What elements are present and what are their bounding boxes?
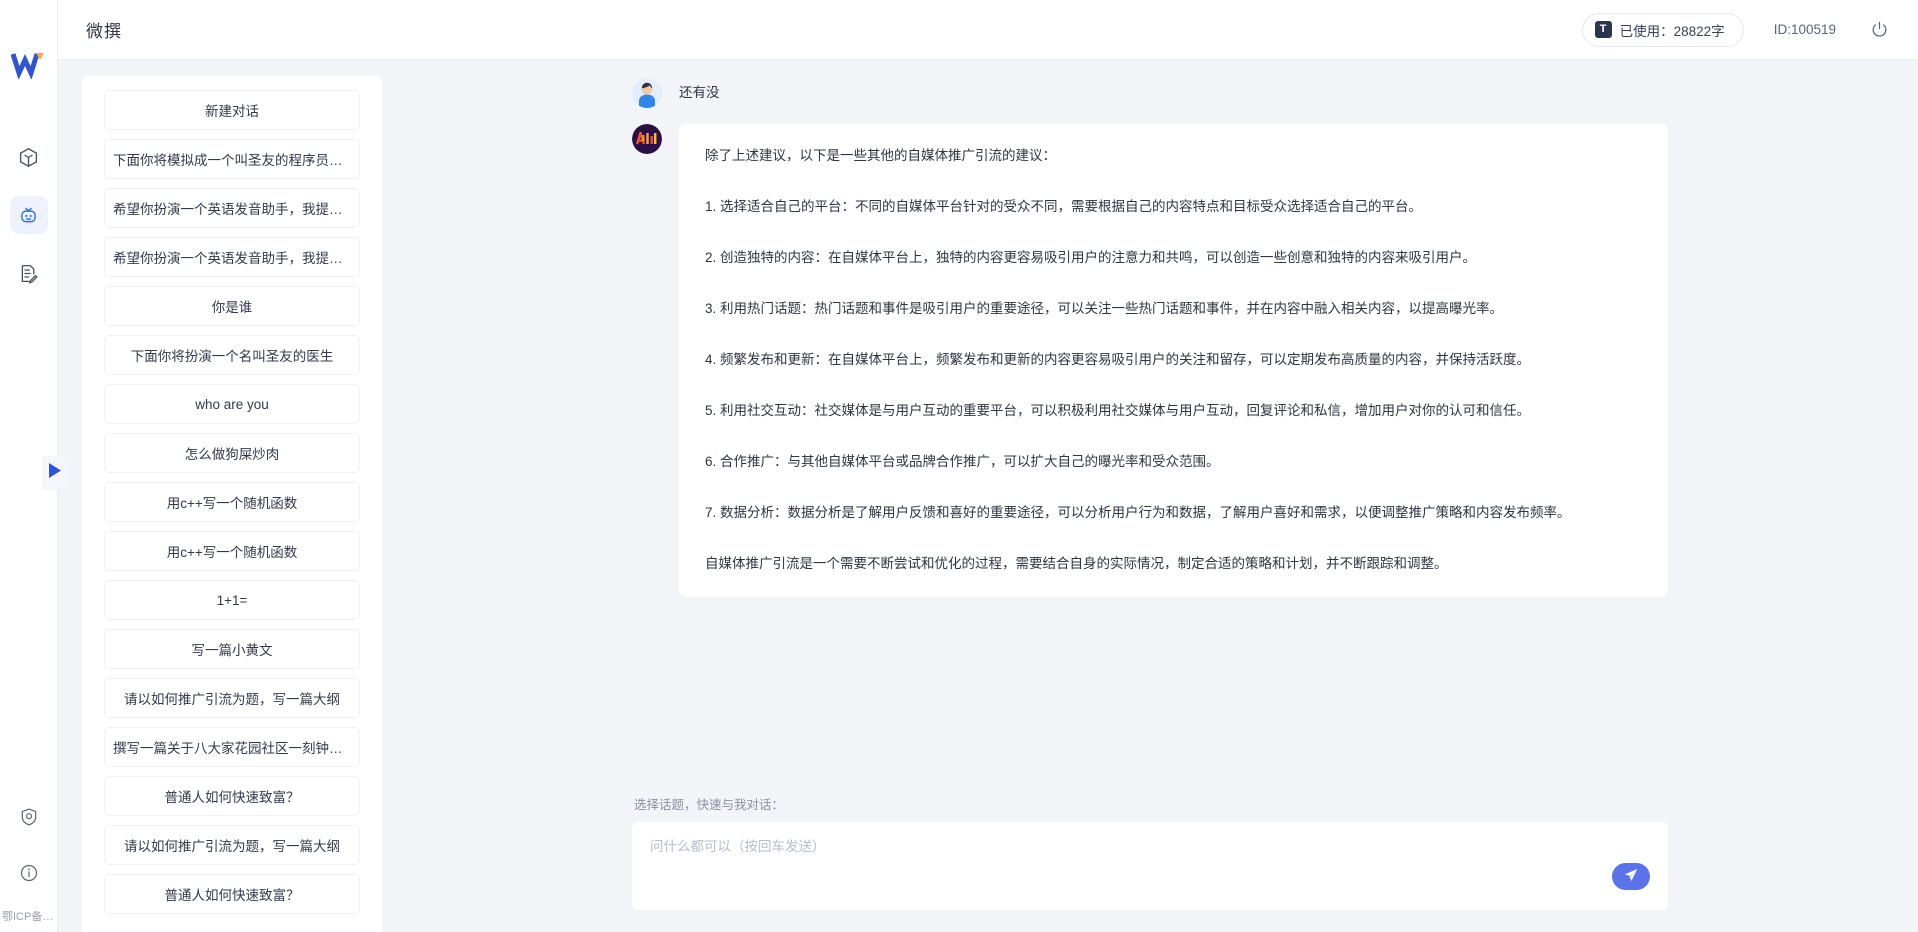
icp-footer-text[interactable]: 鄂ICP备2... (1, 910, 57, 924)
ai-paragraph: 3. 利用热门话题：热门话题和事件是吸引用户的重要途径，可以关注一些热门话题和事… (705, 301, 1504, 316)
conversation-title: 希望你扮演一个英语发音助手，我提供给你... (113, 202, 351, 217)
list-item[interactable]: 怎么做狗屎炒肉 (104, 433, 360, 473)
list-item[interactable]: 你是谁 (104, 286, 360, 326)
list-item[interactable]: 撰写一篇关于八大家花园社区一刻钟便民生... (104, 727, 360, 767)
ai-paragraph: 5. 利用社交互动：社交媒体是与用户互动的重要平台，可以积极利用社交媒体与用户互… (705, 403, 1531, 418)
app-root: 鄂ICP备2... 微撰 T 已使用：28822字 ID:100519 新建对话… (0, 0, 1918, 932)
list-item[interactable]: 希望你扮演一个英语发音助手，我提供给你... (104, 237, 360, 277)
conversation-title: 用c++写一个随机函数 (166, 545, 298, 560)
list-item[interactable]: 下面你将扮演一个名叫圣友的医生 (104, 335, 360, 375)
conversation-title: 请以如何推广引流为题，写一篇大纲 (124, 839, 340, 854)
power-icon[interactable] (1866, 17, 1892, 43)
w-logo-icon (7, 42, 51, 86)
new-conversation-label: 新建对话 (205, 104, 259, 119)
send-plane-icon (1623, 867, 1639, 886)
conversation-title: 希望你扮演一个英语发音助手，我提供给你... (113, 251, 351, 266)
header-right-group: T 已使用：28822字 ID:100519 (1581, 12, 1892, 47)
conversation-title: 下面你将扮演一个名叫圣友的医生 (130, 349, 334, 364)
list-item[interactable]: who are you (104, 384, 360, 424)
conversation-title: 写一篇小黄文 (191, 643, 273, 658)
list-item[interactable]: 普通人如何快速致富？ (104, 776, 360, 816)
conversation-list: 下面你将模拟成一个叫圣友的程序员，我说... 希望你扮演一个英语发音助手，我提供给… (104, 139, 360, 914)
conversation-sidebar: 新建对话 下面你将模拟成一个叫圣友的程序员，我说... 希望你扮演一个英语发音助手… (82, 76, 382, 932)
top-header-bar: 微撰 T 已使用：28822字 ID:100519 (58, 0, 1918, 60)
list-item[interactable]: 请以如何推广引流为题，写一篇大纲 (104, 678, 360, 718)
conversation-title: 用c++写一个随机函数 (166, 496, 298, 511)
conversation-title: 1+1= (216, 592, 248, 608)
user-message-text: 还有没 (679, 85, 720, 100)
ai-paragraph: 6. 合作推广：与其他自媒体平台或品牌合作推广，可以扩大自己的曝光率和受众范围。 (705, 454, 1220, 469)
info-icon[interactable] (10, 854, 48, 892)
user-id-label: ID:100519 (1773, 22, 1836, 37)
send-button[interactable] (1612, 863, 1650, 890)
chat-scroll-area[interactable]: 自媒体推广引流需要坚持和耐心，建议你在创作内容的过程中，保持兴趣和热情，不断尝试… (382, 60, 1918, 794)
list-item[interactable]: 普通人如何快速致富？ (104, 874, 360, 914)
shield-icon[interactable] (10, 798, 48, 836)
ai-paragraph: 除了上述建议，以下是一些其他的自媒体推广引流的建议： (705, 148, 1056, 163)
ai-paragraph: 自媒体推广引流是一个需要不断尝试和优化的过程，需要结合自身的实际情况，制定合适的… (705, 556, 1448, 571)
expand-sidebar-button[interactable] (42, 456, 68, 490)
list-item[interactable]: 1+1= (104, 580, 360, 620)
body-area: 新建对话 下面你将模拟成一个叫圣友的程序员，我说... 希望你扮演一个英语发音助手… (58, 60, 1918, 932)
composer-label: 选择话题，快速与我对话： (634, 798, 785, 812)
conversation-title: 怎么做狗屎炒肉 (184, 447, 280, 462)
chat-column: 自媒体推广引流需要坚持和耐心，建议你在创作内容的过程中，保持兴趣和热情，不断尝试… (382, 60, 1918, 932)
message-row-user: 还有没 (632, 78, 1668, 108)
left-icon-rail: 鄂ICP备2... (0, 0, 68, 932)
sidebar-item-document-edit[interactable] (10, 254, 48, 292)
composer-box[interactable] (632, 822, 1668, 910)
list-item[interactable]: 希望你扮演一个英语发音助手，我提供给你... (104, 188, 360, 228)
conversation-title: 你是谁 (211, 300, 253, 315)
composer: 选择话题，快速与我对话： (382, 794, 1918, 932)
sidebar-item-robot[interactable] (9, 196, 48, 234)
usage-indicator[interactable]: T 已使用：28822字 (1581, 12, 1744, 47)
ai-paragraph: 1. 选择适合自己的平台：不同的自媒体平台针对的受众不同，需要根据自己的内容特点… (705, 199, 1423, 214)
message-list: 自媒体推广引流需要坚持和耐心，建议你在创作内容的过程中，保持兴趣和热情，不断尝试… (632, 60, 1668, 613)
ai-avatar-icon (632, 124, 662, 154)
list-item[interactable]: 用c++写一个随机函数 (104, 482, 360, 522)
page-title: 微撰 (86, 22, 122, 41)
new-conversation-button[interactable]: 新建对话 (104, 90, 360, 130)
list-item[interactable]: 写一篇小黄文 (104, 629, 360, 669)
message-row-ai: 除了上述建议，以下是一些其他的自媒体推广引流的建议： 1. 选择适合自己的平台：不… (632, 124, 1668, 597)
conversation-title: 普通人如何快速致富？ (164, 790, 300, 805)
play-triangle-icon (48, 462, 62, 484)
user-avatar-icon (632, 78, 662, 108)
ai-paragraph: 7. 数据分析：数据分析是了解用户反馈和喜好的重要途径，可以分析用户行为和数据，… (705, 505, 1571, 520)
rail-bottom-group: 鄂ICP备2... (0, 798, 58, 924)
rail-nav (9, 138, 48, 292)
text-badge-icon: T (1594, 21, 1612, 38)
conversation-title: who are you (195, 396, 269, 412)
conversation-title: 下面你将模拟成一个叫圣友的程序员，我说... (113, 153, 351, 168)
chat-input[interactable] (650, 837, 1650, 877)
conversation-title: 普通人如何快速致富？ (164, 888, 300, 903)
list-item[interactable]: 请以如何推广引流为题，写一篇大纲 (104, 825, 360, 865)
ai-message-bubble: 除了上述建议，以下是一些其他的自媒体推广引流的建议： 1. 选择适合自己的平台：不… (679, 124, 1668, 597)
list-item[interactable]: 用c++写一个随机函数 (104, 531, 360, 571)
ai-paragraph: 2. 创造独特的内容：在自媒体平台上，独特的内容更容易吸引用户的注意力和共鸣，可… (705, 250, 1477, 265)
conversation-title: 撰写一篇关于八大家花园社区一刻钟便民生... (113, 741, 351, 756)
ai-paragraph: 4. 频繁发布和更新：在自媒体平台上，频繁发布和更新的内容更容易吸引用户的关注和… (705, 352, 1531, 367)
conversation-title: 请以如何推广引流为题，写一篇大纲 (124, 692, 340, 707)
stage: 微撰 T 已使用：28822字 ID:100519 新建对话 下面你将模拟成一个… (58, 0, 1918, 932)
sidebar-item-cube[interactable] (10, 138, 48, 176)
usage-label: 已使用：28822字 (1619, 23, 1725, 39)
list-item[interactable]: 下面你将模拟成一个叫圣友的程序员，我说... (104, 139, 360, 179)
